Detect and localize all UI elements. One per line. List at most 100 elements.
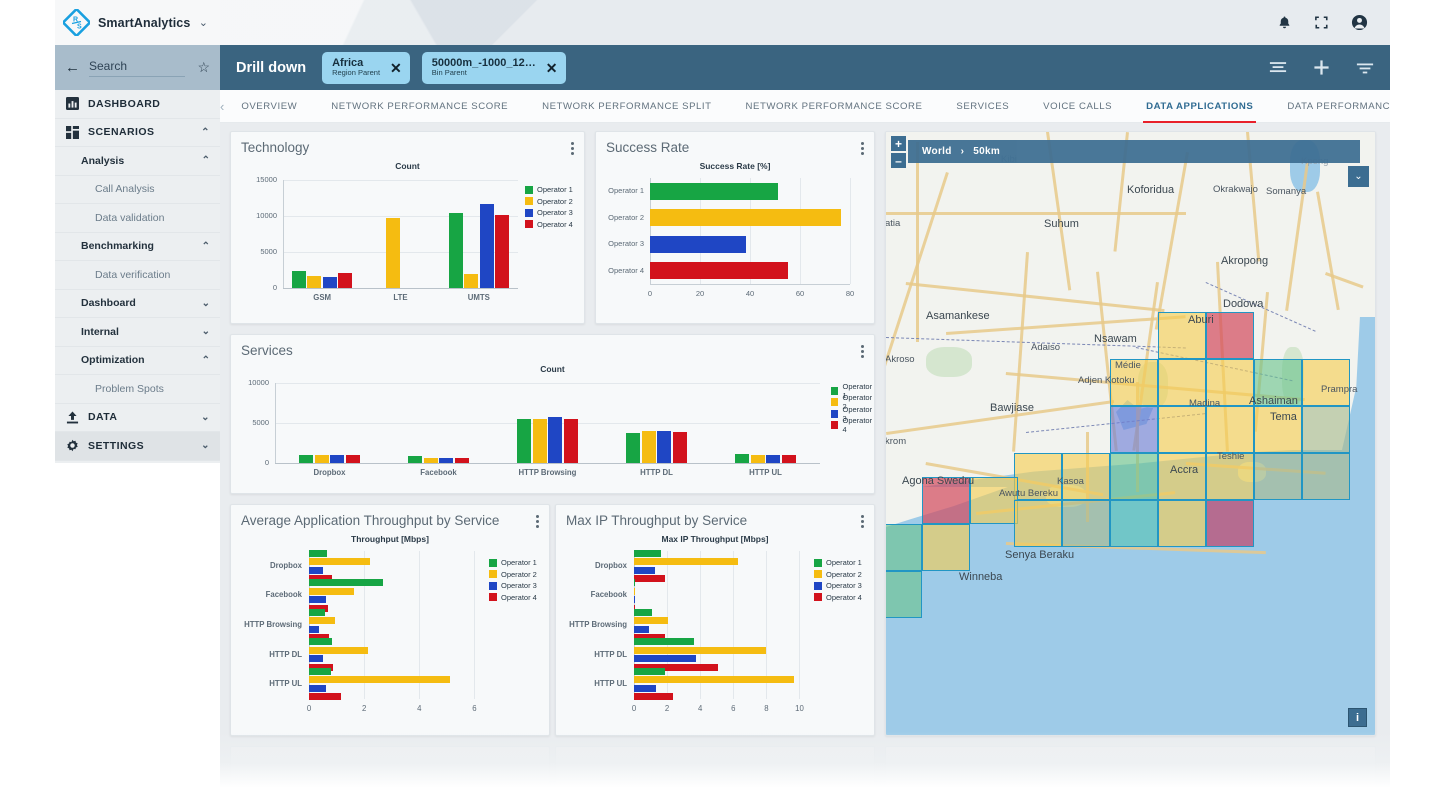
map-bin-cell-14[interactable] xyxy=(1158,453,1206,500)
bar-facebook-op2[interactable] xyxy=(424,458,438,463)
bar-dropbox-op3[interactable] xyxy=(634,567,655,574)
legend-item[interactable]: Operator 3 xyxy=(525,207,573,219)
sidebar-item-analysis[interactable]: Analysis⌃ xyxy=(55,147,220,176)
bar-http-ul-op1[interactable] xyxy=(309,668,331,675)
bar-dropbox-op4[interactable] xyxy=(346,455,360,463)
bar-facebook-op3[interactable] xyxy=(309,596,326,603)
bar-facebook-op1[interactable] xyxy=(408,456,422,463)
tab-data-applications[interactable]: DATA APPLICATIONS xyxy=(1129,90,1270,123)
sidebar-item-call-analysis[interactable]: Call Analysis xyxy=(55,176,220,205)
map-bin-cell-29[interactable] xyxy=(886,571,922,618)
map-info-button[interactable]: i xyxy=(1348,708,1367,727)
account-icon[interactable] xyxy=(1351,14,1368,31)
legend-item[interactable]: Operator 4 xyxy=(831,420,876,432)
bar-http-dl-op3[interactable] xyxy=(634,655,696,662)
bar-dropbox-op1[interactable] xyxy=(299,455,313,463)
bar-http-ul-op4[interactable] xyxy=(634,693,673,700)
bar-gsm-op1[interactable] xyxy=(292,271,306,288)
bar-umts-op2[interactable] xyxy=(464,274,478,288)
bar-dropbox-op2[interactable] xyxy=(634,558,738,565)
map-bin-cell-13[interactable] xyxy=(1110,453,1158,500)
legend-item[interactable]: Operator 1 xyxy=(525,184,573,196)
bar-http-browsing-op3[interactable] xyxy=(634,626,649,633)
bar-operator-2[interactable] xyxy=(650,209,841,226)
avg-throughput-chart[interactable]: 0246DropboxFacebookHTTP BrowsingHTTP DLH… xyxy=(231,545,551,735)
bar-umts-op3[interactable] xyxy=(480,204,494,288)
sidebar-item-data-validation[interactable]: Data validation xyxy=(55,204,220,233)
bell-icon[interactable] xyxy=(1277,15,1292,30)
bar-umts-op1[interactable] xyxy=(449,213,463,288)
card-max-throughput-kebab-icon[interactable] xyxy=(861,513,864,530)
bar-http-browsing-op1[interactable] xyxy=(634,609,652,616)
services-chart[interactable]: 0500010000DropboxFacebookHTTP BrowsingHT… xyxy=(231,377,876,493)
sidebar-item-benchmarking[interactable]: Benchmarking⌃ xyxy=(55,233,220,262)
bar-http-dl-op1[interactable] xyxy=(634,638,694,645)
legend-item[interactable]: Operator 1 xyxy=(814,557,862,569)
list-icon[interactable] xyxy=(1269,60,1287,76)
sidebar-item-data[interactable]: DATA⌄ xyxy=(55,404,220,433)
map-zoom-out-button[interactable]: – xyxy=(891,153,906,168)
legend-item[interactable]: Operator 4 xyxy=(489,592,537,604)
bar-http-ul-op3[interactable] xyxy=(309,685,326,692)
sidebar-item-dashboard[interactable]: DASHBOARD xyxy=(55,90,220,119)
bar-http-ul-op2[interactable] xyxy=(751,455,765,463)
map-breadcrumb-root[interactable]: World xyxy=(922,146,952,157)
map-bin-cell-25[interactable] xyxy=(970,477,1018,524)
legend-item[interactable]: Operator 2 xyxy=(814,569,862,581)
technology-chart[interactable]: 050001000015000GSMLTEUMTSOperator 1Opera… xyxy=(231,172,586,322)
fullscreen-icon[interactable] xyxy=(1314,15,1329,30)
tab-voice-calls[interactable]: VOICE CALLS xyxy=(1026,90,1129,123)
bar-http-dl-op1[interactable] xyxy=(309,638,332,645)
bar-operator-4[interactable] xyxy=(650,262,788,279)
bar-facebook-op2[interactable] xyxy=(634,588,635,595)
chevron-down-icon[interactable]: ⌄ xyxy=(201,440,210,451)
bar-facebook-op3[interactable] xyxy=(634,596,635,603)
bar-http-browsing-op2[interactable] xyxy=(309,617,335,624)
map-canvas[interactable]: KibiKpongKoforiduaOkrakwajoSomanyaatiaSu… xyxy=(886,132,1375,735)
bar-gsm-op2[interactable] xyxy=(307,276,321,288)
bar-dropbox-op3[interactable] xyxy=(330,455,344,463)
map-collapse-button[interactable]: ⌄ xyxy=(1348,166,1369,187)
bar-http-browsing-op2[interactable] xyxy=(533,419,547,463)
map-bin-cell-26[interactable] xyxy=(1014,500,1062,547)
chevron-up-icon[interactable]: ⌃ xyxy=(201,127,210,138)
bar-http-browsing-op3[interactable] xyxy=(309,626,319,633)
chevron-up-icon[interactable]: ⌃ xyxy=(202,241,210,252)
bar-http-dl-op2[interactable] xyxy=(642,431,656,463)
bar-http-ul-op1[interactable] xyxy=(634,668,665,675)
sidebar-item-data-verification[interactable]: Data verification xyxy=(55,261,220,290)
sidebar-item-dashboard[interactable]: Dashboard⌄ xyxy=(55,290,220,319)
sidebar-item-problem-spots[interactable]: Problem Spots xyxy=(55,375,220,404)
max-throughput-chart[interactable]: 0246810DropboxFacebookHTTP BrowsingHTTP … xyxy=(556,545,876,735)
bar-http-dl-op3[interactable] xyxy=(657,431,671,463)
bar-http-dl-op3[interactable] xyxy=(309,655,323,662)
bar-dropbox-op2[interactable] xyxy=(315,455,329,463)
bar-http-dl-op2[interactable] xyxy=(634,647,766,654)
bar-http-browsing-op2[interactable] xyxy=(634,617,668,624)
bar-dropbox-op1[interactable] xyxy=(634,550,661,557)
bar-umts-op4[interactable] xyxy=(495,215,509,288)
bar-lte-op2[interactable] xyxy=(386,218,400,288)
bar-http-ul-op1[interactable] xyxy=(735,454,749,463)
bar-http-ul-op3[interactable] xyxy=(634,685,656,692)
legend-item[interactable]: Operator 1 xyxy=(489,557,537,569)
map-bin-cell-23[interactable] xyxy=(1206,500,1254,547)
map-bin-cell-11[interactable] xyxy=(1302,359,1350,406)
bar-http-browsing-op3[interactable] xyxy=(548,417,562,463)
brand-area[interactable]: R S SmartAnalytics ⌄ xyxy=(55,0,220,45)
bar-dropbox-op2[interactable] xyxy=(309,558,370,565)
card-success-rate-kebab-icon[interactable] xyxy=(861,140,864,157)
filter-icon[interactable] xyxy=(1356,61,1374,75)
map-zoom-in-button[interactable]: + xyxy=(891,136,906,151)
success-rate-chart[interactable]: 020406080Operator 1Operator 2Operator 3O… xyxy=(596,172,876,322)
bar-facebook-op4[interactable] xyxy=(455,458,469,463)
legend-item[interactable]: Operator 4 xyxy=(525,219,573,231)
bar-facebook-op2[interactable] xyxy=(309,588,354,595)
map-breadcrumb-scale[interactable]: 50km xyxy=(973,146,1000,157)
legend-item[interactable]: Operator 2 xyxy=(489,569,537,581)
favorite-star-icon[interactable]: ☆ xyxy=(197,59,210,76)
back-arrow-icon[interactable]: ← xyxy=(65,60,80,75)
bar-dropbox-op4[interactable] xyxy=(634,575,665,582)
plus-icon[interactable] xyxy=(1313,59,1330,76)
bar-http-dl-op1[interactable] xyxy=(626,433,640,463)
